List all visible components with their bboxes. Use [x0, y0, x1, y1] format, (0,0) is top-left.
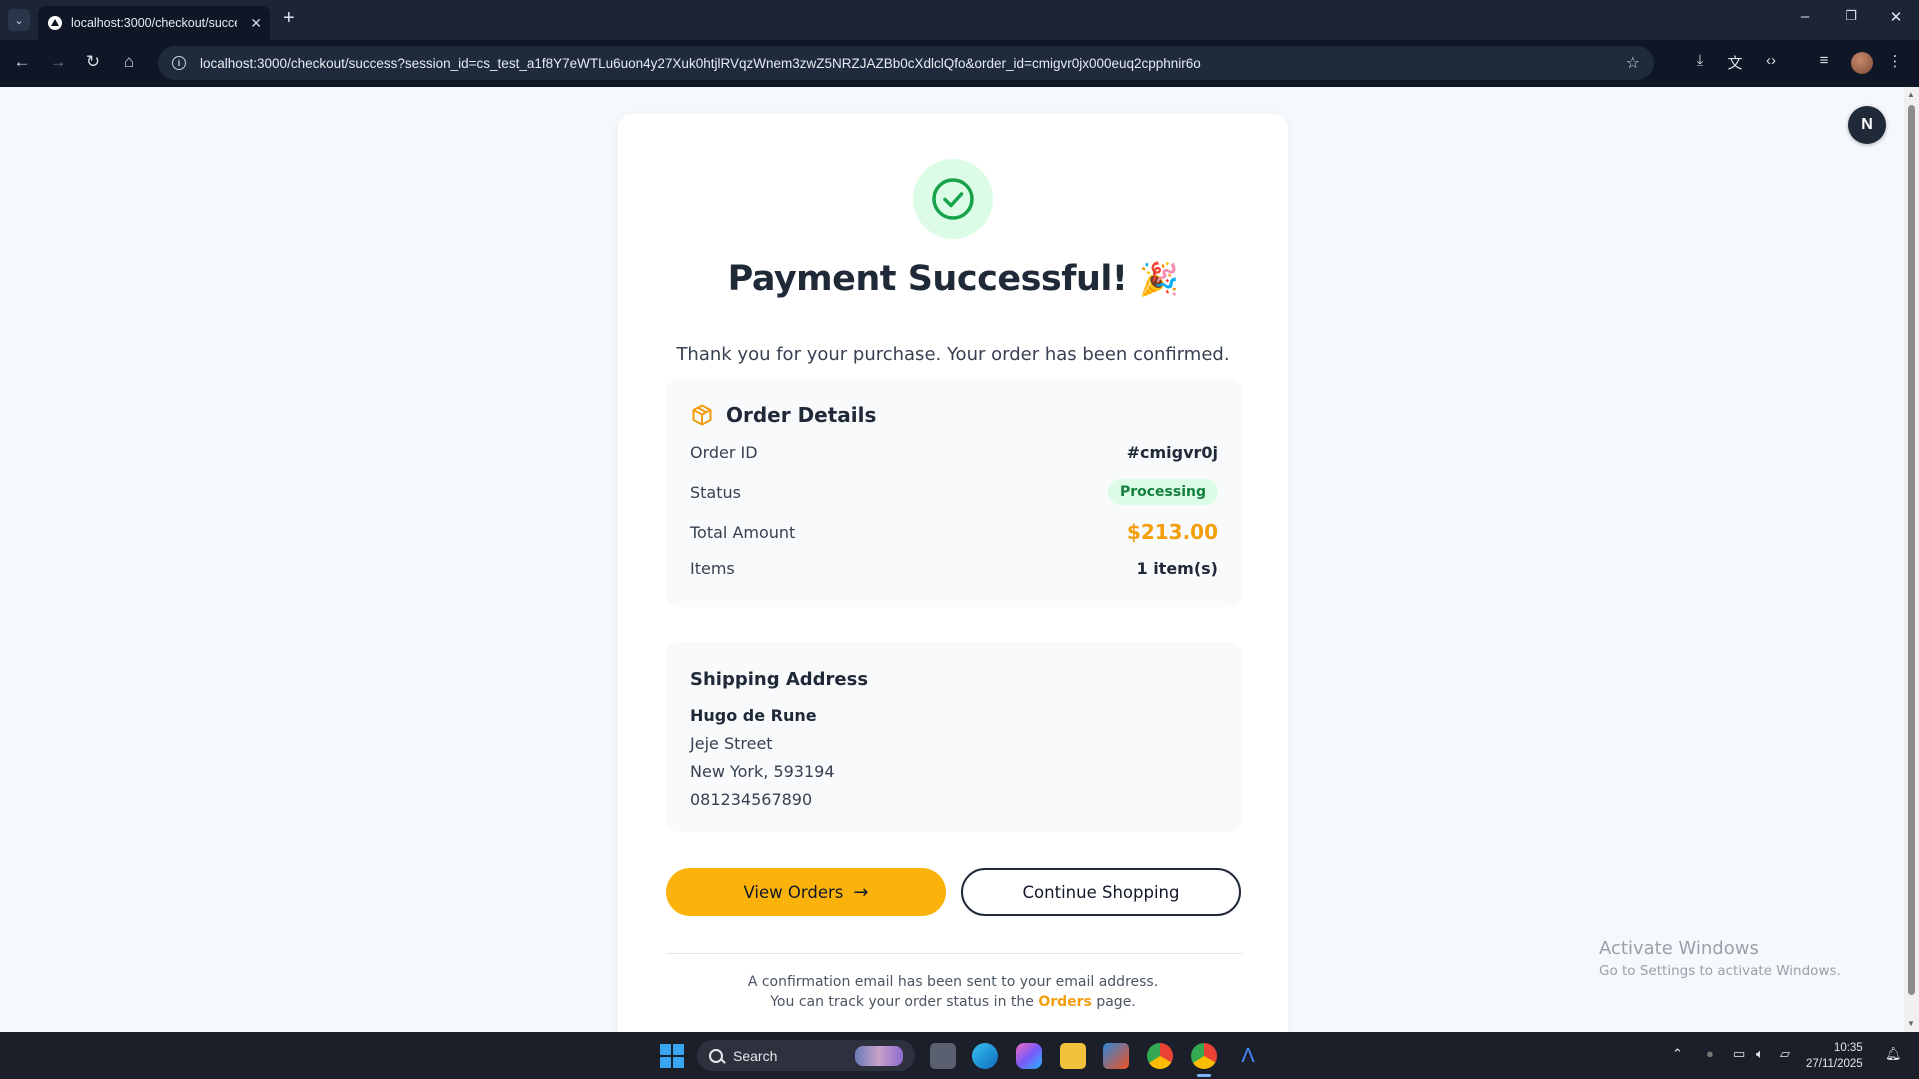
- user-avatar[interactable]: N: [1848, 106, 1886, 144]
- recipient-name: Hugo de Rune: [690, 706, 817, 725]
- taskbar-clock[interactable]: 10:35 27/11/2025: [1806, 1040, 1863, 1072]
- browser-profile-avatar[interactable]: [1851, 52, 1873, 74]
- battery-icon[interactable]: ▱: [1780, 1046, 1790, 1062]
- view-orders-label: View Orders: [743, 882, 844, 902]
- order-details-title: Order Details: [726, 403, 877, 427]
- network-icon[interactable]: ▭: [1733, 1046, 1745, 1062]
- copilot-icon[interactable]: [1016, 1043, 1042, 1069]
- party-popper-icon: 🎉: [1139, 260, 1179, 298]
- order-id-label: Order ID: [690, 443, 758, 462]
- page-title: Payment Successful! 🎉: [618, 259, 1288, 299]
- active-app-indicator: [1197, 1074, 1211, 1077]
- tray-app-icon[interactable]: ●: [1706, 1046, 1714, 1061]
- search-icon: [709, 1048, 723, 1063]
- street-address: Jeje Street: [690, 734, 773, 753]
- back-arrow-icon[interactable]: ←: [10, 52, 34, 72]
- scroll-down-arrow-icon[interactable]: ▼: [1907, 1019, 1915, 1028]
- confirmation-email-note: A confirmation email has been sent to yo…: [747, 974, 1159, 990]
- address-bar[interactable]: i localhost:3000/checkout/success?sessio…: [158, 46, 1654, 80]
- reload-icon[interactable]: ↻: [81, 52, 105, 72]
- microsoft-store-icon[interactable]: [1103, 1043, 1129, 1069]
- taskbar-search[interactable]: Search: [697, 1040, 915, 1071]
- close-window-icon[interactable]: ✕: [1881, 8, 1911, 26]
- track-order-prefix: You can track your order status in the: [770, 994, 1034, 1010]
- windows-taskbar: Search Λ ⌃ ● ▭ 🔈︎ ▱ 10:35 27/11/2025 🔔︎: [0, 1032, 1919, 1079]
- status-label: Status: [690, 482, 741, 502]
- reading-list-icon[interactable]: ≡: [1812, 52, 1836, 69]
- bookmark-star-icon[interactable]: ☆: [1626, 53, 1640, 73]
- order-id-value: #cmigvr0j: [1126, 443, 1218, 462]
- success-card: Payment Successful! 🎉 Thank you for your…: [618, 114, 1288, 1032]
- new-tab-plus-icon[interactable]: +: [283, 7, 295, 30]
- site-favicon-icon: [48, 16, 62, 30]
- view-orders-button[interactable]: View Orders →: [666, 868, 946, 916]
- address-url[interactable]: localhost:3000/checkout/success?session_…: [200, 56, 1201, 71]
- taskbar-search-placeholder: Search: [733, 1047, 778, 1064]
- shipping-address-heading: Shipping Address: [690, 669, 869, 690]
- city-postal: New York, 593194: [690, 762, 835, 781]
- status-row: Status Processing: [690, 479, 1218, 505]
- notification-bell-icon[interactable]: 🔔︎: [1885, 1046, 1902, 1062]
- page-title-text: Payment Successful!: [727, 259, 1128, 299]
- watermark-title: Activate Windows: [1599, 938, 1759, 959]
- chrome-active-icon[interactable]: [1191, 1043, 1217, 1069]
- shipping-address-panel: Shipping Address Hugo de Rune Jeje Stree…: [666, 642, 1242, 832]
- volume-icon[interactable]: 🔈︎: [1756, 1046, 1764, 1062]
- downloads-icon[interactable]: ⤓: [1688, 52, 1712, 69]
- continue-shopping-button[interactable]: Continue Shopping: [961, 868, 1241, 916]
- scroll-up-arrow-icon[interactable]: ▲: [1907, 90, 1915, 99]
- continue-shopping-label: Continue Shopping: [1022, 882, 1180, 902]
- restore-window-icon[interactable]: ❐: [1836, 8, 1866, 24]
- status-badge: Processing: [1107, 479, 1218, 505]
- tray-overflow-chevron-icon[interactable]: ⌃: [1672, 1046, 1683, 1062]
- translate-icon[interactable]: 文: [1723, 52, 1747, 73]
- activate-windows-watermark: Activate Windows Go to Settings to activ…: [1599, 938, 1841, 979]
- devtools-code-icon[interactable]: ‹›: [1759, 52, 1783, 69]
- package-box-icon: [690, 403, 714, 427]
- track-order-note: You can track your order status in the O…: [618, 994, 1288, 1010]
- search-highlight-art-icon: [855, 1045, 903, 1066]
- confirmation-subtitle: Thank you for your purchase. Your order …: [676, 344, 1230, 365]
- order-details-heading: Order Details: [690, 403, 876, 427]
- total-amount-label: Total Amount: [690, 522, 796, 542]
- task-view-icon[interactable]: [930, 1043, 956, 1069]
- success-check-icon: [913, 159, 993, 239]
- app-a-icon[interactable]: Λ: [1235, 1043, 1261, 1069]
- orders-link[interactable]: Orders: [1038, 994, 1092, 1010]
- footer-divider: [666, 953, 1242, 954]
- watermark-subtitle: Go to Settings to activate Windows.: [1599, 963, 1841, 979]
- home-icon[interactable]: ⌂: [117, 52, 141, 72]
- clock-date: 27/11/2025: [1806, 1058, 1863, 1070]
- browser-tab-bar: ⌄ localhost:3000/checkout/success ✕ + – …: [0, 0, 1919, 40]
- minimize-window-icon[interactable]: –: [1790, 8, 1820, 25]
- forward-arrow-icon[interactable]: →: [46, 52, 70, 72]
- tab-title: localhost:3000/checkout/success: [71, 16, 237, 30]
- windows-start-icon[interactable]: [660, 1044, 684, 1068]
- chrome-icon[interactable]: [1147, 1043, 1173, 1069]
- items-label: Items: [690, 559, 735, 578]
- arrow-right-icon: →: [853, 881, 869, 903]
- close-tab-icon[interactable]: ✕: [250, 15, 262, 32]
- clock-time: 10:35: [1833, 1042, 1863, 1054]
- order-details-panel: Order Details Order ID #cmigvr0j Status …: [666, 379, 1242, 607]
- page-scrollbar[interactable]: ▲ ▼: [1904, 87, 1919, 1032]
- edge-browser-icon[interactable]: [972, 1043, 998, 1069]
- browser-tab[interactable]: localhost:3000/checkout/success ✕: [38, 6, 270, 40]
- items-row: Items 1 item(s): [690, 559, 1218, 578]
- page-viewport: Payment Successful! 🎉 Thank you for your…: [0, 87, 1904, 1032]
- browser-menu-icon[interactable]: ⋮: [1883, 52, 1907, 70]
- file-explorer-icon[interactable]: [1060, 1043, 1086, 1069]
- site-info-icon[interactable]: i: [172, 56, 186, 70]
- browser-toolbar: ← → ↻ ⌂ i localhost:3000/checkout/succes…: [0, 40, 1919, 87]
- order-id-row: Order ID #cmigvr0j: [690, 443, 1218, 462]
- phone-number: 081234567890: [690, 790, 813, 809]
- track-order-suffix: page.: [1096, 994, 1136, 1010]
- tab-list-chevron-icon[interactable]: ⌄: [8, 9, 30, 31]
- total-amount-row: Total Amount $213.00: [690, 520, 1218, 544]
- total-amount-value: $213.00: [1126, 520, 1218, 544]
- scroll-thumb[interactable]: [1908, 105, 1915, 995]
- items-value: 1 item(s): [1136, 559, 1218, 578]
